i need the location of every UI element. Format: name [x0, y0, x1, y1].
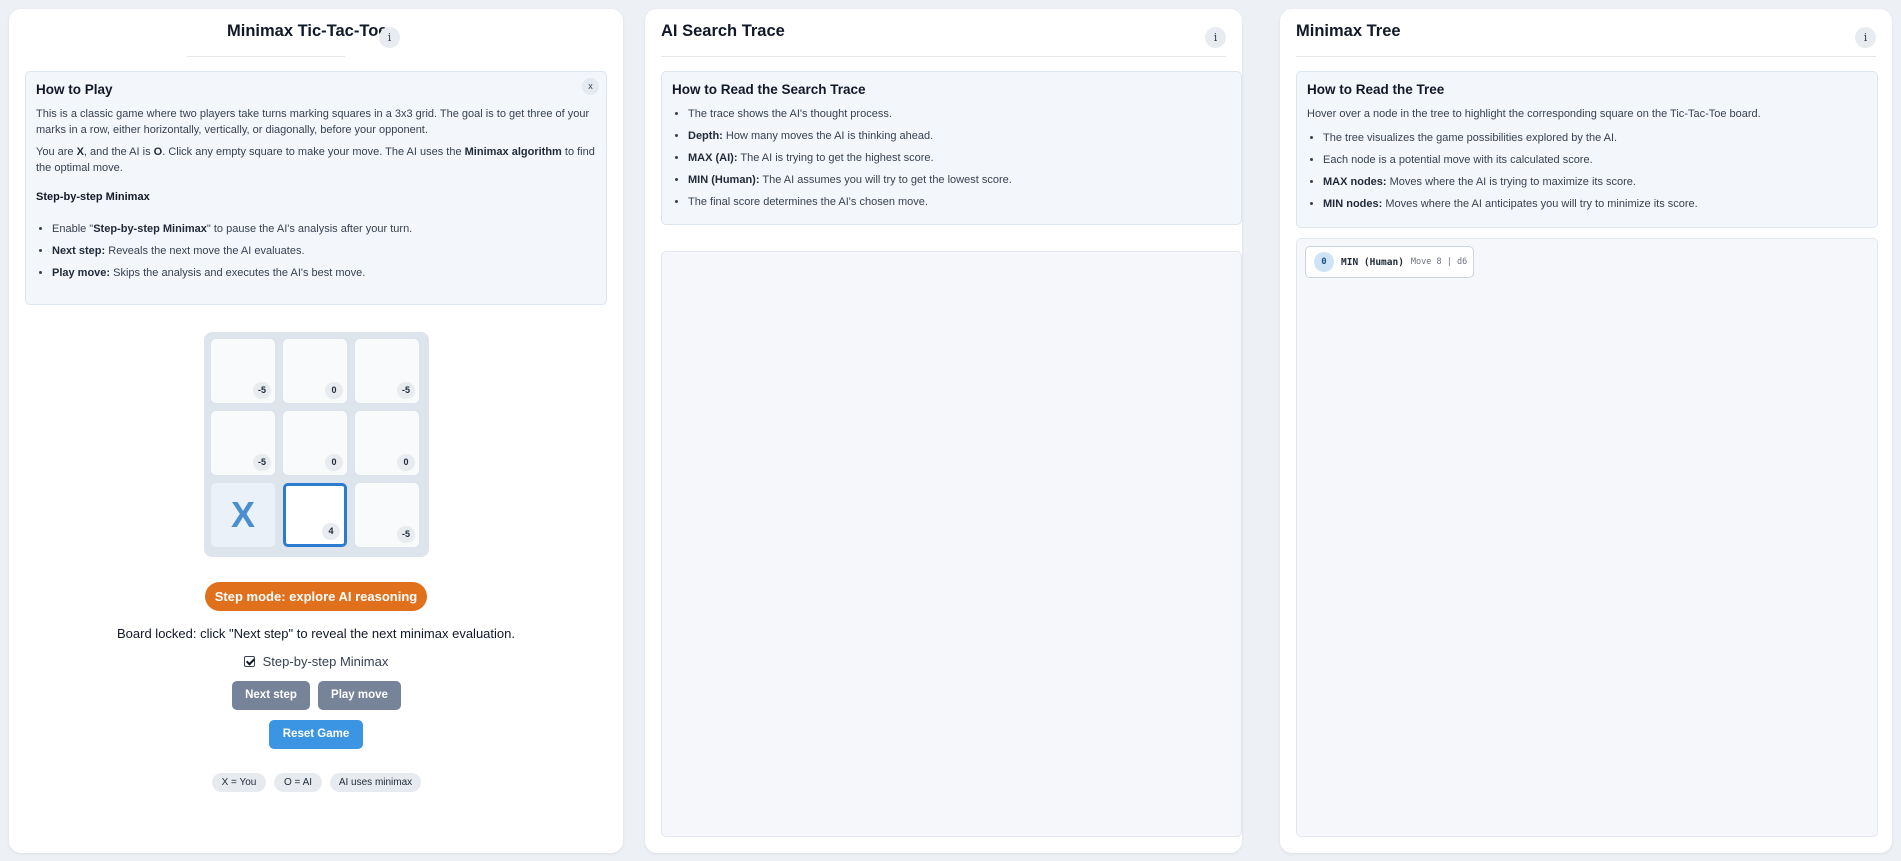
board-cell-3[interactable]: -5 — [211, 411, 275, 475]
minimax-tree-view: 0 MIN (Human) Move 8 | d6 — [1296, 238, 1878, 837]
list-item: MAX (AI): The AI is trying to get the hi… — [688, 150, 1231, 166]
game-title: Minimax Tic-Tac-Toe — [227, 22, 388, 40]
status-text: Board locked: click "Next step" to revea… — [117, 626, 515, 641]
trace-help-heading: How to Read the Search Trace — [672, 82, 866, 97]
tree-title: Minimax Tree — [1296, 22, 1401, 40]
how-to-play-text: This is a classic game where two players… — [36, 108, 590, 136]
node-score-badge: 0 — [1314, 252, 1334, 272]
play-move-button[interactable]: Play move — [318, 681, 401, 710]
step-mode-badge: Step mode: explore AI reasoning — [205, 582, 427, 611]
board-cell-5[interactable]: 0 — [355, 411, 419, 475]
board-cell-0[interactable]: -5 — [211, 339, 275, 403]
list-item: Enable "Step-by-step Minimax" to pause t… — [52, 221, 596, 237]
list-item: MIN nodes: Moves where the AI anticipate… — [1323, 196, 1867, 212]
legend-chip-you: X = You — [212, 773, 266, 792]
cell-score-badge: -5 — [397, 526, 415, 543]
how-to-play-box: How to Play x This is a classic game whe… — [25, 71, 607, 305]
next-step-button[interactable]: Next step — [232, 681, 310, 710]
tree-info-icon[interactable]: i — [1855, 27, 1876, 48]
tree-root-node[interactable]: 0 MIN (Human) Move 8 | d6 — [1305, 246, 1474, 278]
how-to-play-heading: How to Play — [36, 82, 113, 97]
list-item: Each node is a potential move with its c… — [1323, 152, 1867, 168]
cell-score-badge: 0 — [397, 454, 415, 471]
list-item: Next step: Reveals the next move the AI … — [52, 243, 596, 259]
search-trace-log[interactable] — [661, 251, 1242, 837]
tree-help-intro: Hover over a node in the tree to highlig… — [1307, 108, 1761, 120]
cell-score-badge: 0 — [325, 454, 343, 471]
close-icon[interactable]: x — [582, 78, 599, 95]
list-item: Play move: Skips the analysis and execut… — [52, 265, 596, 281]
list-item: The tree visualizes the game possibiliti… — [1323, 130, 1867, 146]
trace-info-icon[interactable]: i — [1205, 27, 1226, 48]
game-panel: Minimax Tic-Tac-Toe i How to Play x This… — [9, 9, 623, 853]
list-item: Depth: How many moves the AI is thinking… — [688, 128, 1231, 144]
list-item: The final score determines the AI's chos… — [688, 194, 1231, 210]
cell-score-badge: 0 — [325, 382, 343, 399]
step-by-step-toggle[interactable]: Step-by-step Minimax — [9, 654, 623, 669]
board-cell-4[interactable]: 0 — [283, 411, 347, 475]
list-item: The trace shows the AI's thought process… — [688, 106, 1231, 122]
list-item: MIN (Human): The AI assumes you will try… — [688, 172, 1231, 188]
trace-help-box: How to Read the Search Trace The trace s… — [661, 71, 1242, 225]
cell-score-badge: -5 — [253, 382, 271, 399]
checkbox-checked-icon[interactable] — [243, 656, 255, 667]
how-to-play-roles: You are X, and the AI is O. Click any em… — [36, 146, 595, 174]
cell-score-badge: -5 — [397, 382, 415, 399]
reset-game-button[interactable]: Reset Game — [269, 720, 363, 749]
tree-help-heading: How to Read the Tree — [1307, 82, 1445, 97]
cell-score-badge: 4 — [322, 523, 340, 540]
minimax-tree-panel: Minimax Tree i How to Read the Tree Hove… — [1280, 9, 1892, 853]
game-info-icon[interactable]: i — [379, 27, 400, 48]
legend-chip-minimax: AI uses minimax — [330, 773, 421, 792]
step-by-step-heading: Step-by-step Minimax — [36, 191, 150, 203]
cell-score-badge: -5 — [253, 454, 271, 471]
trace-title: AI Search Trace — [661, 22, 785, 40]
search-trace-panel: AI Search Trace i How to Read the Search… — [645, 9, 1242, 853]
board-cell-6[interactable]: X — [211, 483, 275, 547]
step-help-list: Enable "Step-by-step Minimax" to pause t… — [36, 221, 596, 281]
board-cell-8[interactable]: -5 — [355, 483, 419, 547]
tic-tac-toe-board: -5 0 -5 -5 0 0 X 4 -5 — [204, 332, 429, 557]
cell-mark: X — [230, 494, 255, 535]
board-cell-1[interactable]: 0 — [283, 339, 347, 403]
tree-help-box: How to Read the Tree Hover over a node i… — [1296, 71, 1878, 228]
node-label: MIN (Human) — [1341, 256, 1404, 268]
step-by-step-label: Step-by-step Minimax — [262, 654, 389, 669]
board-cell-7[interactable]: 4 — [283, 483, 347, 547]
list-item: MAX nodes: Moves where the AI is trying … — [1323, 174, 1867, 190]
node-meta: Move 8 | d6 — [1410, 257, 1468, 267]
trace-help-list: The trace shows the AI's thought process… — [672, 106, 1231, 210]
tree-help-list: The tree visualizes the game possibiliti… — [1307, 130, 1867, 212]
board-cell-2[interactable]: -5 — [355, 339, 419, 403]
legend-chip-ai: O = AI — [274, 773, 322, 792]
